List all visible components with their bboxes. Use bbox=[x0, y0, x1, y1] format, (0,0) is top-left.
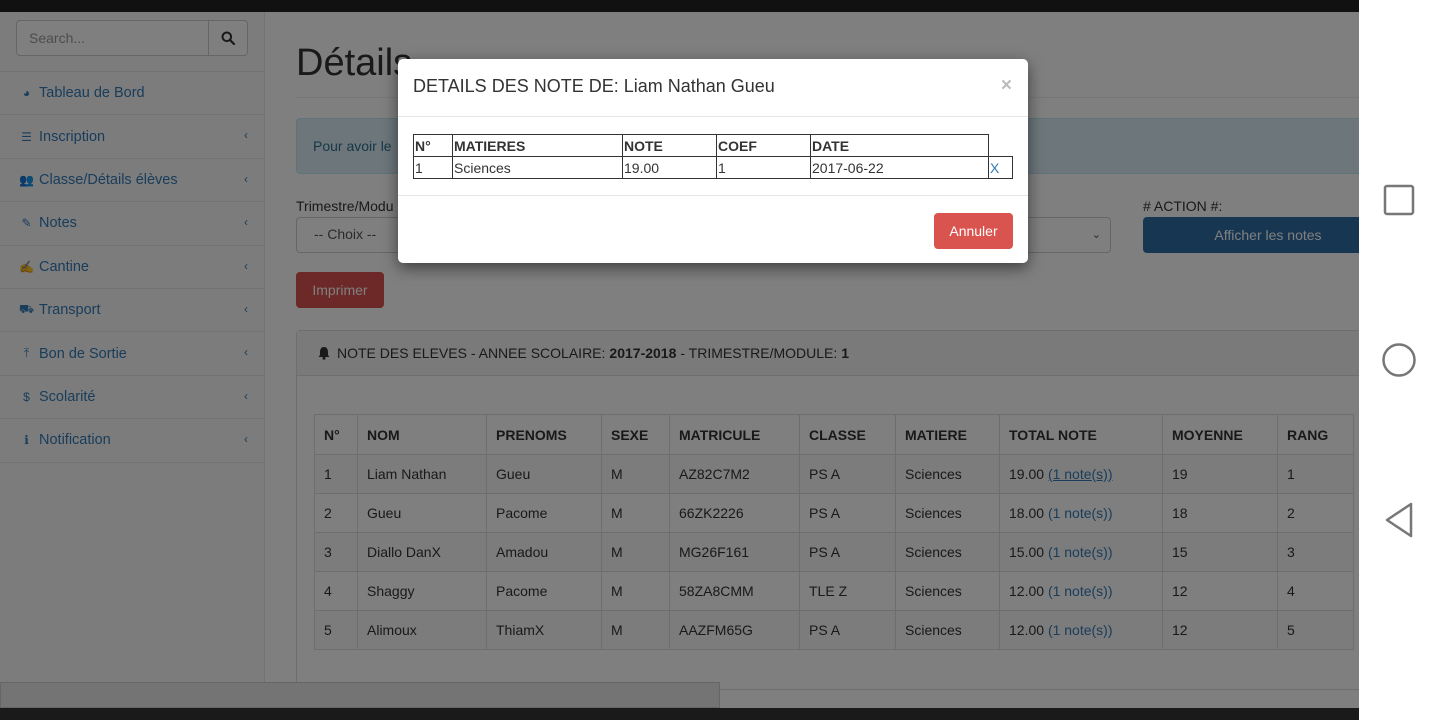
details-cell-date: 2017-06-22 bbox=[810, 156, 989, 179]
details-table: N° MATIERES NOTE COEF DATE 1 Sciences 19.00 … bbox=[413, 134, 1013, 179]
bottom-bar bbox=[0, 708, 1359, 720]
details-header-row: N° MATIERES NOTE COEF DATE bbox=[413, 134, 1013, 157]
recents-button[interactable] bbox=[1379, 180, 1419, 220]
circle-icon bbox=[1382, 343, 1416, 377]
back-button[interactable] bbox=[1379, 500, 1419, 540]
details-column-header: MATIERES bbox=[452, 134, 623, 157]
details-column-header: DATE bbox=[810, 134, 989, 157]
modal-footer: Annuler bbox=[398, 195, 1028, 263]
cancel-button[interactable]: Annuler bbox=[934, 213, 1013, 249]
details-row: 1 Sciences 19.00 1 2017-06-22 X bbox=[413, 156, 1013, 179]
home-button[interactable] bbox=[1379, 340, 1419, 380]
details-column-header: N° bbox=[413, 134, 453, 157]
back-triangle-icon bbox=[1385, 502, 1413, 538]
details-cell-coef: 1 bbox=[716, 156, 811, 179]
details-modal: DETAILS DES NOTE DE: Liam Nathan Gueu × … bbox=[398, 59, 1028, 263]
delete-note-link[interactable]: X bbox=[990, 160, 999, 176]
modal-title: DETAILS DES NOTE DE: Liam Nathan Gueu bbox=[413, 76, 775, 96]
close-icon[interactable]: × bbox=[1001, 75, 1012, 97]
android-nav-bar bbox=[1359, 0, 1440, 720]
details-cell-matiere: Sciences bbox=[452, 156, 623, 179]
details-cell-delete: X bbox=[988, 156, 1013, 179]
status-bar bbox=[0, 0, 1359, 12]
details-cell-n: 1 bbox=[413, 156, 453, 179]
modal-body: N° MATIERES NOTE COEF DATE 1 Sciences 19.00 … bbox=[413, 134, 1013, 179]
details-cell-note: 19.00 bbox=[622, 156, 717, 179]
browser-viewport: ◕Tableau de Bord☰Inscription‹👥Classe/Dét… bbox=[0, 12, 1359, 708]
details-column-header: COEF bbox=[716, 134, 811, 157]
square-icon bbox=[1383, 184, 1415, 216]
modal-header: DETAILS DES NOTE DE: Liam Nathan Gueu × bbox=[398, 59, 1028, 117]
device-screen: ◕Tableau de Bord☰Inscription‹👥Classe/Dét… bbox=[0, 0, 1440, 720]
details-column-header: NOTE bbox=[622, 134, 717, 157]
